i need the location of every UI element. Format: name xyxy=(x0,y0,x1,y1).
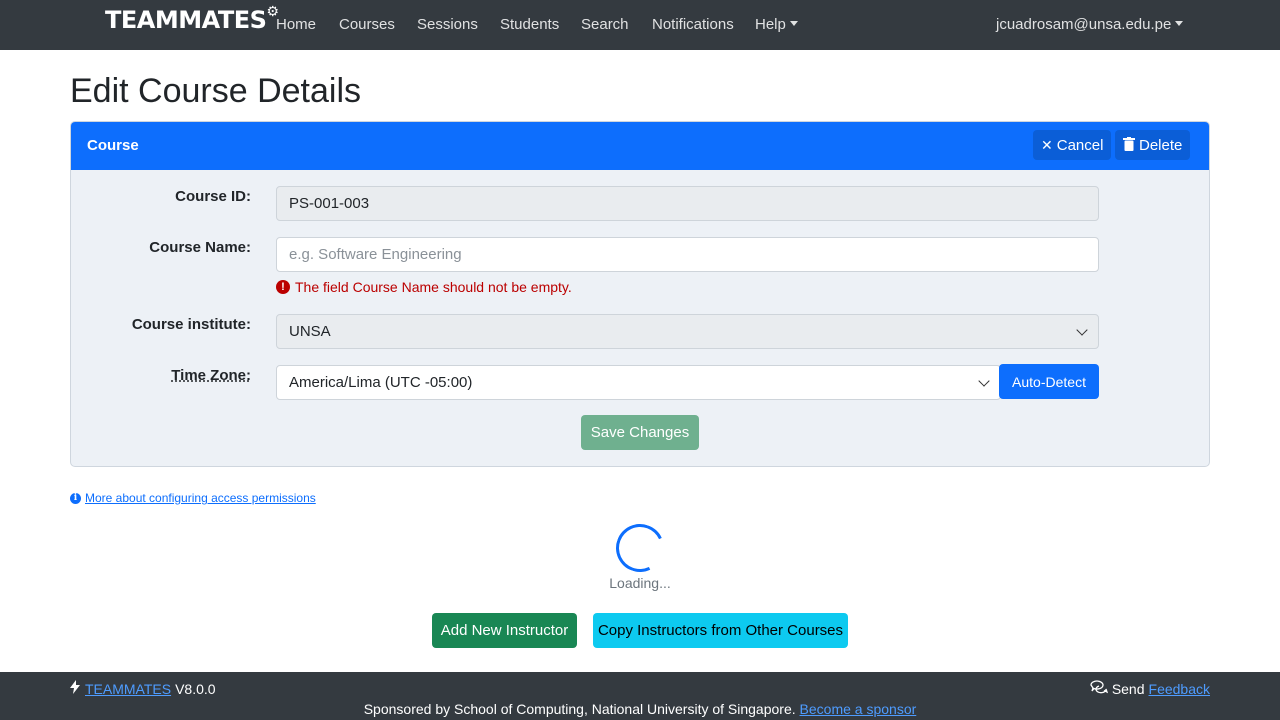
footer-sponsor: Sponsored by School of Computing, Nation… xyxy=(0,701,1280,717)
institute-label: Course institute: xyxy=(131,316,251,333)
footer-send-text: Send xyxy=(1111,680,1145,697)
top-navbar: TEAMMATES ⚙ Home Courses Sessions Studen… xyxy=(0,0,1280,50)
course-card: Course ✕ Cancel Delete Course ID: PS-001… xyxy=(70,121,1210,467)
course-name-placeholder: e.g. Software Engineering xyxy=(289,246,462,263)
course-name-error: ! The field Course Name should not be em… xyxy=(276,279,572,295)
loading-text: Loading... xyxy=(609,575,671,591)
feedback-link[interactable]: Feedback xyxy=(1149,681,1210,697)
timezone-label: Time Zone: xyxy=(171,367,251,384)
course-name-input[interactable]: e.g. Software Engineering xyxy=(276,237,1099,272)
course-id-value: PS-001-003 xyxy=(289,195,370,212)
user-email: jcuadrosam@unsa.edu.pe xyxy=(996,16,1172,33)
loading-spinner xyxy=(609,517,671,579)
card-header: Course ✕ Cancel Delete xyxy=(71,122,1209,170)
brand-text: TEAMMATES xyxy=(105,6,267,34)
course-id-label: Course ID: xyxy=(175,188,251,205)
trash-icon xyxy=(1123,136,1135,154)
footer-feedback: Send Feedback xyxy=(1090,680,1210,697)
nav-help-label: Help xyxy=(755,16,786,33)
close-icon: ✕ xyxy=(1041,136,1053,153)
course-id-field: PS-001-003 xyxy=(276,186,1099,221)
nav-sessions[interactable]: Sessions xyxy=(417,16,478,33)
chevron-down-icon xyxy=(978,375,990,387)
copy-instructors-button[interactable]: Copy Instructors from Other Courses xyxy=(593,613,848,648)
nav-courses[interactable]: Courses xyxy=(339,16,395,33)
become-sponsor-link[interactable]: Become a sponsor xyxy=(800,701,917,717)
chevron-down-icon xyxy=(1076,324,1088,336)
institute-select[interactable]: UNSA xyxy=(276,314,1099,349)
footer-version: TEAMMATES V8.0.0 xyxy=(70,680,216,697)
footer-brand-link[interactable]: TEAMMATES xyxy=(85,681,171,697)
footer: TEAMMATES V8.0.0 Send Feedback Sponsored… xyxy=(0,672,1280,720)
nav-help-dropdown[interactable]: Help xyxy=(755,16,798,33)
access-permissions-link-text: More about configuring access permission… xyxy=(85,491,316,505)
auto-detect-button[interactable]: Auto-Detect xyxy=(999,364,1099,399)
user-menu-dropdown[interactable]: jcuadrosam@unsa.edu.pe xyxy=(996,16,1183,33)
footer-version-text: V8.0.0 xyxy=(175,680,216,697)
timezone-value: America/Lima (UTC -05:00) xyxy=(289,374,473,391)
cancel-label: Cancel xyxy=(1056,136,1104,154)
nav-notifications[interactable]: Notifications xyxy=(652,16,734,33)
chat-icon xyxy=(1090,680,1108,697)
add-new-instructor-button[interactable]: Add New Instructor xyxy=(432,613,577,648)
page-title: Edit Course Details xyxy=(70,72,362,110)
error-icon: ! xyxy=(276,280,290,294)
nav-home[interactable]: Home xyxy=(276,16,316,33)
institute-value: UNSA xyxy=(289,323,331,340)
delete-button[interactable]: Delete xyxy=(1115,130,1191,160)
info-icon: i xyxy=(70,492,81,504)
brand-logo[interactable]: TEAMMATES ⚙ xyxy=(105,4,279,34)
nav-search[interactable]: Search xyxy=(581,16,629,33)
sponsor-text: Sponsored by School of Computing, Nation… xyxy=(363,701,796,717)
access-permissions-link[interactable]: i More about configuring access permissi… xyxy=(70,491,316,505)
delete-label: Delete xyxy=(1139,136,1183,154)
cancel-button[interactable]: ✕ Cancel xyxy=(1033,130,1112,160)
course-name-error-text: The field Course Name should not be empt… xyxy=(295,279,572,295)
course-name-label: Course Name: xyxy=(149,239,251,256)
timezone-select[interactable]: America/Lima (UTC -05:00) xyxy=(276,365,1001,400)
save-changes-button[interactable]: Save Changes xyxy=(581,415,699,450)
card-header-title: Course xyxy=(87,137,139,154)
nav-students[interactable]: Students xyxy=(500,16,559,33)
bolt-icon xyxy=(70,680,80,697)
